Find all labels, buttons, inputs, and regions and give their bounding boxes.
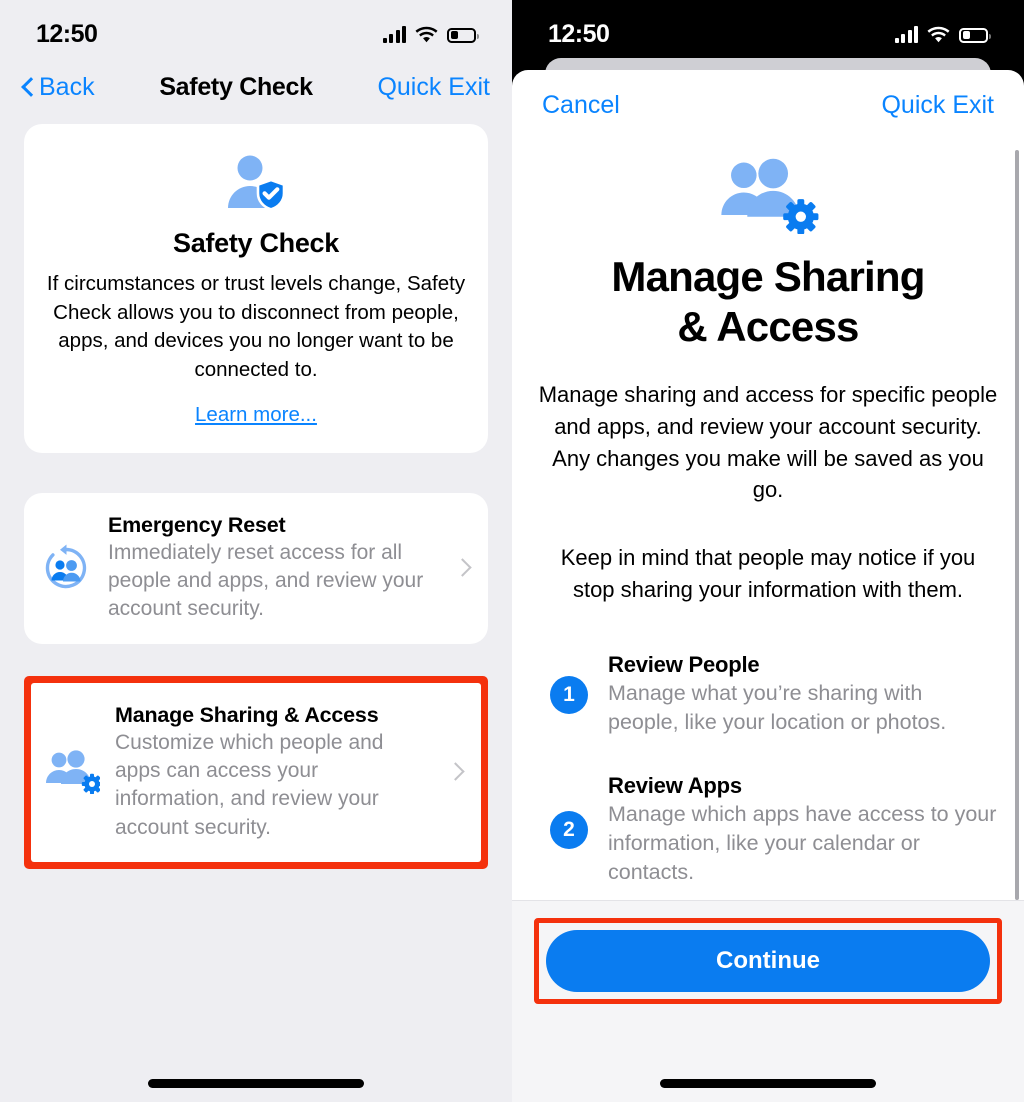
back-button[interactable]: Back [22, 73, 95, 102]
sheet-title-line1: Manage Sharing [611, 253, 925, 300]
cellular-bars-icon [382, 25, 406, 43]
status-bar-right: 12:50 [512, 0, 1024, 56]
home-indicator [148, 1079, 364, 1088]
emergency-reset-text: Emergency Reset Immediately reset access… [108, 513, 440, 624]
chevron-left-icon [22, 77, 34, 97]
divider [512, 900, 1024, 901]
manage-sharing-sheet-screen: 12:50 Cancel Quick Exit Manage Sharing &… [512, 0, 1024, 1102]
manage-sharing-access-text: Manage Sharing & Access Customize which … [115, 703, 433, 842]
manage-sharing-access-title: Manage Sharing & Access [115, 702, 379, 727]
manage-sharing-highlight: Manage Sharing & Access Customize which … [24, 675, 488, 870]
step-title: Review People [608, 652, 760, 678]
emergency-reset-row[interactable]: Emergency Reset Immediately reset access… [24, 492, 488, 644]
manage-sharing-access-subtitle: Customize which people and apps can acce… [115, 730, 384, 839]
manage-sharing-access-icon [45, 750, 101, 795]
continue-highlight: Continue [534, 918, 1002, 1004]
status-bar-time: 12:50 [548, 19, 610, 48]
manage-sharing-access-icon [538, 158, 998, 234]
modal-sheet: Cancel Quick Exit Manage Sharing & Acces… [512, 70, 1024, 1102]
quick-exit-button[interactable]: Quick Exit [881, 91, 994, 120]
emergency-reset-title: Emergency Reset [108, 512, 286, 537]
wifi-icon [927, 26, 950, 43]
cancel-button[interactable]: Cancel [542, 91, 620, 120]
sheet-bottom-bar: Continue [512, 900, 1024, 1102]
list-item: 2 Review Apps Manage which apps have acc… [538, 773, 998, 887]
step-description: Manage which apps have access to your in… [608, 802, 997, 885]
battery-low-icon [447, 27, 479, 43]
steps-list: 1 Review People Manage what you’re shari… [538, 652, 998, 887]
emergency-reset-icon [38, 543, 94, 593]
status-bar-icons [894, 25, 991, 43]
battery-low-icon [959, 27, 991, 43]
continue-button[interactable]: Continue [546, 930, 990, 992]
emergency-reset-subtitle: Immediately reset access for all people … [108, 540, 424, 621]
chevron-right-icon [454, 555, 472, 581]
navigation-bar: Back Safety Check Quick Exit [0, 56, 512, 118]
step-number-badge: 2 [550, 811, 588, 850]
status-bar-icons [382, 25, 479, 43]
hero-title: Safety Check [173, 228, 339, 258]
step-description: Manage what you’re sharing with people, … [608, 681, 947, 735]
sheet-paragraph-1: Manage sharing and access for specific p… [538, 381, 998, 503]
manage-sharing-access-row[interactable]: Manage Sharing & Access Customize which … [31, 682, 481, 863]
home-indicator [660, 1079, 876, 1088]
safety-check-content: Safety Check If circumstances or trust l… [0, 124, 512, 870]
person-shield-check-icon [44, 152, 468, 214]
step-body: Review People Manage what you’re sharing… [608, 652, 998, 737]
sheet-navigation-bar: Cancel Quick Exit [512, 70, 1024, 140]
step-title: Review Apps [608, 773, 742, 799]
step-body: Review Apps Manage which apps have acces… [608, 773, 998, 887]
cellular-bars-icon [894, 25, 918, 43]
wifi-icon [415, 26, 438, 43]
safety-check-hero-card: Safety Check If circumstances or trust l… [24, 124, 488, 453]
learn-more-link[interactable]: Learn more... [195, 403, 317, 427]
back-button-label: Back [39, 72, 95, 101]
step-number-badge: 1 [550, 675, 588, 714]
page-title: Safety Check [159, 72, 313, 101]
quick-exit-button[interactable]: Quick Exit [377, 73, 490, 102]
list-item: 1 Review People Manage what you’re shari… [538, 652, 998, 737]
hero-description: If circumstances or trust levels change,… [46, 272, 466, 382]
sheet-title-line2: & Access [677, 303, 859, 351]
screenshot-stage: 12:50 Back Safety Check Quick Exit Safet… [0, 0, 1024, 1102]
sheet-paragraph-2: Keep in mind that people may notice if y… [560, 545, 976, 603]
status-bar-left: 12:50 [0, 0, 512, 56]
vertical-scrollbar[interactable] [1015, 150, 1019, 900]
chevron-right-icon [447, 759, 465, 785]
status-bar-time: 12:50 [36, 19, 98, 48]
safety-check-screen: 12:50 Back Safety Check Quick Exit Safet… [0, 0, 512, 1102]
sheet-title: Manage Sharing & Access [538, 252, 998, 353]
